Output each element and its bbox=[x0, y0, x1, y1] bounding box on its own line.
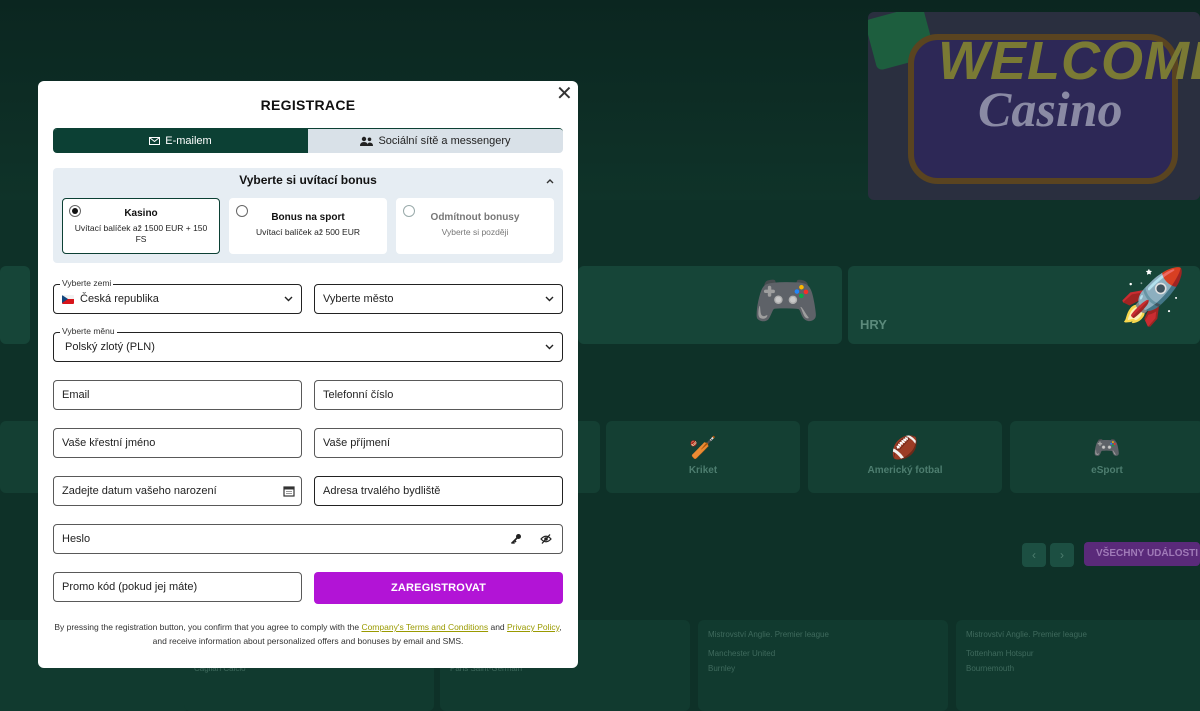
banner-line2: Casino bbox=[978, 81, 1123, 137]
password-field[interactable]: Heslo bbox=[53, 524, 563, 554]
sport-label: Kriket bbox=[688, 465, 718, 476]
cricket-icon: 🏏 bbox=[689, 435, 717, 460]
country-value: Česká republika bbox=[80, 293, 159, 305]
radio-unselected[interactable] bbox=[236, 205, 248, 217]
tab-email-label: E-mailem bbox=[165, 135, 212, 147]
bonus-section-title: Vyberte si uvítací bonus bbox=[239, 173, 377, 187]
bonus-name: Odmítnout bonusy bbox=[430, 212, 520, 223]
chevron-down-icon bbox=[284, 296, 293, 302]
chevron-down-icon bbox=[545, 344, 554, 350]
currency-value: Polský zlotý (PLN) bbox=[65, 341, 155, 353]
radio-selected[interactable] bbox=[69, 205, 81, 217]
category-card-left bbox=[0, 266, 30, 344]
terms-link[interactable]: Company's Terms and Conditions bbox=[361, 622, 488, 632]
key-icon[interactable] bbox=[510, 533, 522, 545]
envelope-icon bbox=[149, 137, 161, 145]
next-arrow-button: › bbox=[1050, 543, 1074, 567]
registration-tabs: E-mailem Sociální sítě a messengery bbox=[53, 128, 563, 153]
address-field[interactable]: Adresa trvalého bydliště bbox=[314, 476, 563, 506]
calendar-icon[interactable] bbox=[283, 485, 295, 497]
terms-text: By pressing the registration button, you… bbox=[54, 622, 362, 632]
email-placeholder: Email bbox=[62, 389, 90, 401]
american-football-icon: 🏈 bbox=[891, 435, 919, 460]
welcome-casino-banner: WELCOME Casino bbox=[868, 12, 1200, 200]
czech-flag-icon bbox=[62, 294, 74, 304]
promo-code-placeholder: Promo kód (pokud jej máte) bbox=[62, 581, 198, 593]
country-select[interactable]: Vyberte zemi Česká republika bbox=[53, 278, 302, 314]
match-card: Mistrovství Anglie. Premier league Manch… bbox=[698, 620, 948, 711]
sport-card-esport: 🎮 eSport bbox=[1010, 421, 1200, 493]
address-placeholder: Adresa trvalého bydliště bbox=[323, 485, 441, 497]
bonus-option-sport[interactable]: Bonus na sport Uvítací balíček až 500 EU… bbox=[229, 198, 387, 254]
modal-title: REGISTRACE bbox=[260, 97, 356, 113]
register-button[interactable]: ZAREGISTROVAT bbox=[314, 572, 563, 604]
gamepad-icon: 🎮 bbox=[752, 271, 820, 331]
country-select-label: Vyberte zemi bbox=[60, 278, 114, 288]
eye-slash-icon[interactable] bbox=[540, 533, 552, 545]
tab-social-label: Sociální sítě a messengery bbox=[378, 135, 511, 147]
terms-text: and bbox=[488, 622, 508, 632]
tab-social[interactable]: Sociální sítě a messengery bbox=[308, 129, 563, 153]
bonus-option-casino[interactable]: Kasino Uvítací balíček až 1500 EUR + 150… bbox=[62, 198, 220, 254]
users-icon bbox=[360, 136, 374, 146]
bonus-name: Bonus na sport bbox=[271, 212, 345, 223]
sport-card-american-football: 🏈 Americký fotbal bbox=[808, 421, 1002, 493]
last-name-field[interactable]: Vaše příjmení bbox=[314, 428, 563, 458]
registration-modal: ✕ REGISTRACE E-mailem Sociální sítě a me… bbox=[38, 81, 578, 668]
currency-select-label: Vyberte měnu bbox=[60, 326, 117, 336]
phone-placeholder: Telefonní číslo bbox=[323, 389, 394, 401]
sport-card-cricket: 🏏 Kriket bbox=[606, 421, 800, 493]
bonus-name: Kasino bbox=[124, 208, 158, 219]
category-label: HRY bbox=[860, 317, 887, 332]
promo-code-field[interactable]: Promo kód (pokud jej máte) bbox=[53, 572, 302, 602]
category-card-games-console: 🎮 bbox=[578, 266, 842, 344]
welcome-bonus-section: Vyberte si uvítací bonus Kasino Uvítací … bbox=[53, 168, 563, 263]
terms-notice: By pressing the registration button, you… bbox=[53, 620, 563, 648]
email-field[interactable]: Email bbox=[53, 380, 302, 410]
gamepad-small-icon: 🎮 bbox=[1093, 435, 1121, 460]
last-name-placeholder: Vaše příjmení bbox=[323, 437, 391, 449]
bonus-desc: Uvítací balíček až 500 EUR bbox=[256, 227, 360, 237]
birth-date-placeholder: Zadejte datum vašeho narození bbox=[62, 485, 217, 497]
first-name-field[interactable]: Vaše křestní jméno bbox=[53, 428, 302, 458]
city-select[interactable]: Vyberte město bbox=[314, 284, 563, 314]
sport-label: Americký fotbal bbox=[867, 465, 943, 476]
city-placeholder: Vyberte město bbox=[323, 293, 394, 305]
match-card: Mistrovství Anglie. Premier league Totte… bbox=[956, 620, 1200, 711]
tab-email[interactable]: E-mailem bbox=[53, 129, 308, 153]
birth-date-field[interactable]: Zadejte datum vašeho narození bbox=[53, 476, 302, 506]
currency-select[interactable]: Vyberte měnu Polský zlotý (PLN) bbox=[53, 326, 563, 362]
bonus-desc: Vyberte si později bbox=[441, 227, 509, 237]
bonus-desc: Uvítací balíček až 1500 EUR + 150 FS bbox=[74, 223, 208, 244]
all-events-button: VŠECHNY UDÁLOSTI bbox=[1084, 542, 1200, 566]
prev-arrow-button: ‹ bbox=[1022, 543, 1046, 567]
rocket-icon: 🚀 bbox=[1118, 267, 1186, 327]
radio-unselected[interactable] bbox=[403, 205, 415, 217]
bonus-option-decline[interactable]: Odmítnout bonusy Vyberte si později bbox=[396, 198, 554, 254]
category-card-games: HRY 🚀 bbox=[848, 266, 1200, 344]
privacy-policy-link[interactable]: Privacy Policy bbox=[507, 622, 559, 632]
first-name-placeholder: Vaše křestní jméno bbox=[62, 437, 156, 449]
password-placeholder: Heslo bbox=[62, 533, 91, 545]
chevron-up-icon[interactable] bbox=[545, 176, 555, 186]
sport-label: eSport bbox=[1091, 465, 1123, 476]
phone-field[interactable]: Telefonní číslo bbox=[314, 380, 563, 410]
chevron-down-icon bbox=[545, 296, 554, 302]
